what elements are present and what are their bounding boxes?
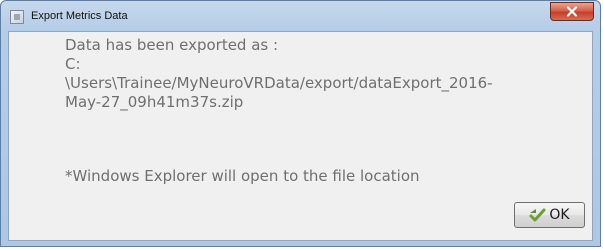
dialog-body: Data has been exported as : C: \Users\Tr…	[8, 31, 593, 241]
message-line: Data has been exported as :	[65, 36, 279, 54]
dialog-window: Export Metrics Data Data has been export…	[0, 0, 601, 247]
close-button[interactable]	[550, 2, 594, 21]
title-bar[interactable]: Export Metrics Data	[1, 1, 600, 31]
message-line: \Users\Trainee/MyNeuroVRData/export/data…	[65, 74, 493, 92]
explorer-note: *Windows Explorer will open to the file …	[65, 167, 420, 185]
app-window-icon	[10, 10, 24, 24]
close-icon	[566, 6, 578, 17]
check-arrow-icon	[529, 208, 546, 222]
message-line: May-27_09h41m37s.zip	[65, 93, 244, 111]
window-title: Export Metrics Data	[31, 10, 128, 22]
export-message: Data has been exported as : C: \Users\Tr…	[65, 36, 585, 112]
ok-label: OK	[549, 207, 570, 223]
message-line: C:	[65, 55, 81, 73]
ok-button[interactable]: OK	[514, 202, 585, 228]
